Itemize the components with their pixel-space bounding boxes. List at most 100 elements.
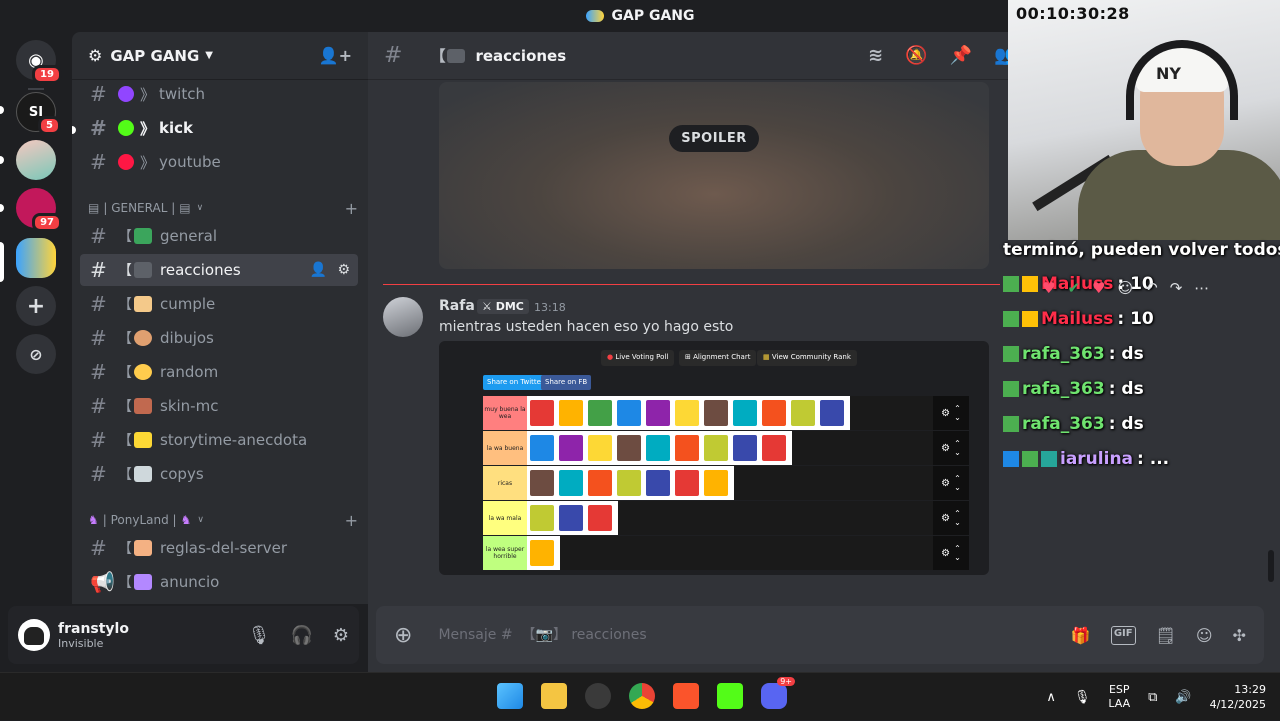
channel-kick[interactable]: # 》 kick [80, 112, 358, 144]
snack-item-image [617, 435, 641, 461]
channel-bracket: 【 [118, 467, 132, 483]
chat-scrollbar[interactable] [1268, 550, 1274, 582]
channel-general[interactable]: # 【 general [80, 220, 358, 252]
chat-username: rafa_363 [1022, 414, 1105, 434]
chevron-updown-icon: ⌃ ⌄ [954, 474, 961, 492]
add-server-button[interactable]: + [16, 286, 56, 326]
language-indicator[interactable]: ESP LAA [1108, 683, 1130, 711]
check-mark-icon [134, 228, 152, 244]
message-composer: ⊕ 🎁 GIF 🗒 ☺ ✣ [376, 606, 1264, 664]
apps-icon[interactable]: ✣ [1233, 626, 1246, 645]
message-hover-actions: ♥ ✔ ♥ ☺ ↶ ↷ ⋯ [1042, 279, 1209, 297]
brave-icon[interactable] [673, 683, 699, 709]
discord-badge: 9+ [777, 677, 795, 686]
tier-items [527, 501, 618, 535]
channel-label: storytime-anecdota [160, 431, 308, 449]
channel-reglas-del-server[interactable]: # 【 reglas-del-server [80, 532, 358, 564]
message-input[interactable] [438, 627, 1071, 643]
network-icon[interactable]: ⧉ [1148, 690, 1157, 705]
pin-icon[interactable]: 📌 [950, 45, 972, 66]
channel-copys[interactable]: # 【 copys [80, 458, 358, 490]
channel-dibujos[interactable]: # 【 dibujos [80, 322, 358, 354]
tier-controls: ⚙ ⌃ ⌄ [933, 431, 969, 465]
gear-icon: ⚙ [941, 442, 951, 454]
threads-icon[interactable]: ≋ [868, 45, 883, 66]
discover-button[interactable]: ⊘ [16, 334, 56, 374]
channel-anuncio[interactable]: 📢 【 anuncio [80, 566, 358, 598]
server-pink[interactable]: 97 [16, 188, 62, 232]
message-timestamp: 13:18 [534, 301, 566, 314]
check-reaction-icon[interactable]: ✔ [1067, 279, 1080, 297]
plus-icon: + [26, 293, 46, 319]
start-button-icon[interactable] [497, 683, 523, 709]
more-icon[interactable]: ⋯ [1194, 279, 1209, 297]
create-channel-icon[interactable]: + [345, 199, 358, 218]
message-author[interactable]: Rafa [439, 298, 475, 314]
mute-bell-icon[interactable]: 🔕 [905, 45, 927, 66]
invite-people-icon[interactable]: 👤+ [319, 46, 352, 65]
spoiler-image[interactable]: SPOILER [439, 82, 989, 269]
chevron-updown-icon: ⌃ ⌄ [954, 404, 961, 422]
badge-icon [1003, 416, 1019, 432]
category-general[interactable]: ▤ | GENERAL | ▤ ∨ + [88, 198, 358, 218]
tier-label: la wa mala [483, 501, 527, 535]
server-avatar-girl[interactable] [16, 140, 56, 180]
headphones-icon[interactable]: 🎧 [290, 625, 312, 646]
file-explorer-icon[interactable] [541, 683, 567, 709]
heart-reaction-icon[interactable]: ♥ [1042, 279, 1055, 297]
attach-plus-icon[interactable]: ⊕ [394, 623, 412, 648]
tier-label: la wa buena [483, 431, 527, 465]
channel-storytime-anecdota[interactable]: # 【 storytime-anecdota [80, 424, 358, 456]
channel-random[interactable]: # 【 random [80, 356, 358, 388]
heart-reaction-icon[interactable]: ♥ [1092, 279, 1105, 297]
channel-bracket: 【 [118, 263, 132, 279]
cake-icon [134, 296, 152, 312]
tier-items [527, 396, 850, 430]
channel-reacciones[interactable]: # 【 reacciones 👤 ⚙ [80, 254, 358, 286]
channel-cumple[interactable]: # 【 cumple [80, 288, 358, 320]
tierlist-image[interactable]: ● Live Voting Poll ⊞ Alignment Chart ▦ V… [439, 341, 989, 575]
add-member-icon[interactable]: 👤 [310, 262, 327, 278]
tier-label: ricas [483, 466, 527, 500]
message-avatar[interactable] [383, 297, 423, 337]
snack-item-image [646, 470, 670, 496]
create-channel-icon[interactable]: + [345, 511, 358, 530]
microphone-icon[interactable]: 🎙 [1074, 690, 1091, 705]
chevron-down-icon: ▼ [205, 50, 213, 61]
server-si[interactable]: SI 5 [16, 92, 61, 135]
server-gap-gang[interactable] [16, 238, 56, 278]
gift-icon[interactable]: 🎁 [1071, 626, 1091, 645]
message-role-tag[interactable]: ⚔ DMC [477, 299, 529, 314]
channel-youtube[interactable]: # 》 youtube [80, 146, 358, 178]
volume-icon[interactable]: 🔊 [1175, 690, 1191, 705]
gear-icon[interactable]: ⚙ [337, 262, 350, 278]
discord-icon[interactable]: 9+ [761, 677, 795, 709]
forward-icon[interactable]: ↷ [1170, 279, 1183, 297]
chevron-up-icon[interactable]: ∧ [1046, 690, 1056, 705]
avatar[interactable] [18, 619, 50, 651]
clipboard-icon: ▤ [179, 201, 191, 215]
channel-prefix: 》 [140, 119, 156, 138]
clock[interactable]: 13:29 4/12/2025 [1210, 682, 1266, 712]
hash-icon: # [90, 326, 107, 350]
reply-icon[interactable]: ↶ [1145, 279, 1158, 297]
emoji-icon[interactable]: ☺ [1196, 626, 1213, 645]
gif-icon[interactable]: GIF [1110, 625, 1136, 645]
sticker-icon[interactable]: 🗒 [1156, 626, 1176, 645]
microphone-icon[interactable]: 🎙 [248, 625, 271, 646]
add-reaction-icon[interactable]: ☺ [1117, 279, 1133, 297]
clock-date: 4/12/2025 [1209, 698, 1266, 711]
header-toolbar: ≋ 🔕 📌 👥 [868, 45, 1016, 66]
channel-twitch[interactable]: # 》 twitch [80, 78, 358, 110]
kick-icon[interactable] [717, 683, 743, 709]
channel-skin-mc[interactable]: # 【 skin-mc [80, 390, 358, 422]
direct-messages-button[interactable]: ◉ 19 [16, 40, 62, 84]
gear-icon[interactable]: ⚙ [333, 625, 349, 646]
server-header[interactable]: ⚙ GAP GANG ▼ 👤+ [72, 32, 368, 80]
user-info[interactable]: franstylo Invisible [58, 621, 129, 650]
category-ponyland[interactable]: ♞ | PonyLand | ♞ ∨ + [88, 510, 358, 530]
obs-icon[interactable] [585, 683, 611, 709]
stream-chat-line: Mailuss : 10 [1003, 309, 1154, 329]
button-label: Live Voting Poll [615, 353, 669, 361]
chrome-icon[interactable] [629, 683, 655, 709]
